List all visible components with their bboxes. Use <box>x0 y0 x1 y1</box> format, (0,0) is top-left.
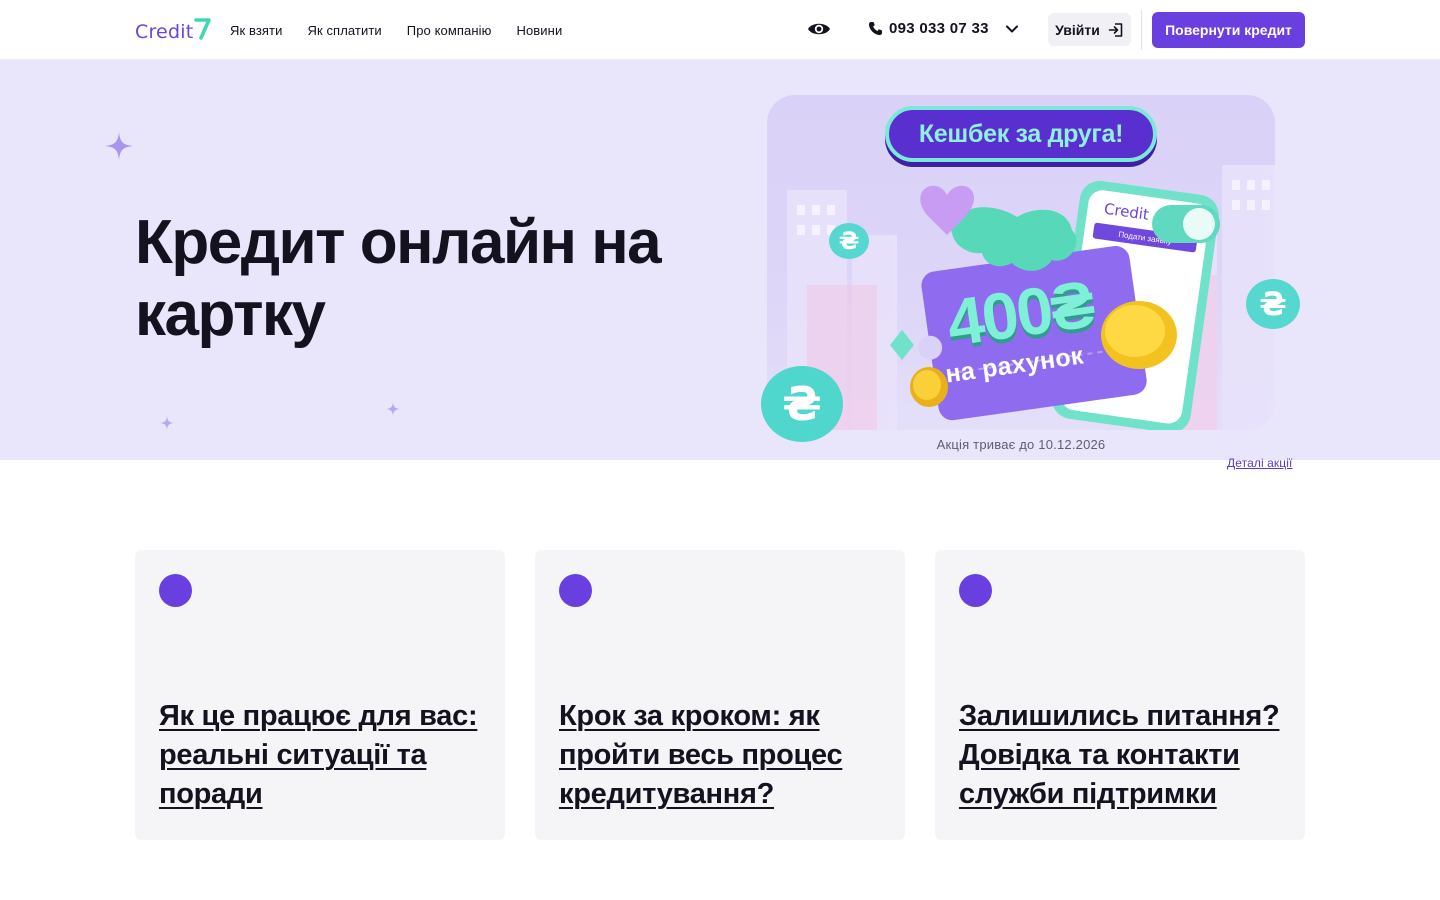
svg-text:₴: ₴ <box>1259 285 1287 323</box>
eye-icon[interactable] <box>807 19 831 39</box>
login-icon <box>1108 22 1123 37</box>
promo-headline: Кешбек за друга! <box>918 119 1124 148</box>
main-nav: Як взяти Як сплатити Про компанію Новини <box>230 22 562 40</box>
info-card-how-it-works[interactable]: Як це працює для вас: реальні ситуації т… <box>135 550 505 840</box>
nav-how-to-pay[interactable]: Як сплатити <box>307 22 381 40</box>
hero-title: Кредит онлайн на картку <box>135 208 662 349</box>
return-credit-button[interactable]: Повернути кредит <box>1152 12 1305 48</box>
nav-news[interactable]: Новини <box>516 22 562 40</box>
card-dot-icon <box>159 574 192 607</box>
logo-seven-icon <box>194 18 212 40</box>
logo-text: Credit <box>135 21 194 43</box>
hryvnia-badge-icon: ₴ <box>1246 279 1300 329</box>
return-credit-label: Повернути кредит <box>1165 22 1292 38</box>
info-card-step-by-step[interactable]: Крок за кроком: як пройти весь процес кр… <box>535 550 905 840</box>
phone-icon <box>868 21 883 36</box>
sparkle-icon <box>105 132 133 160</box>
nav-how-to-get[interactable]: Як взяти <box>230 22 282 40</box>
logo[interactable]: Credit <box>135 18 212 44</box>
login-label: Увійти <box>1055 21 1100 38</box>
card-title[interactable]: Залишились питання? Довідка та контакти … <box>959 697 1281 814</box>
hryvnia-badge-icon: ₴ <box>761 366 843 442</box>
promo-headline-badge: Кешбек за друга! <box>885 106 1157 162</box>
login-button[interactable]: Увійти <box>1048 13 1131 46</box>
card-dot-icon <box>959 574 992 607</box>
svg-text:₴: ₴ <box>839 227 860 255</box>
chevron-down-icon[interactable] <box>1005 24 1019 34</box>
card-title[interactable]: Як це працює для вас: реальні ситуації т… <box>159 697 481 814</box>
header-divider <box>1141 10 1142 50</box>
nav-about[interactable]: Про компанію <box>407 22 492 40</box>
sparkle-icon <box>386 402 400 416</box>
promo-details-link[interactable]: Деталі акції <box>1227 456 1292 470</box>
phone-contact[interactable]: 093 033 07 33 <box>868 20 1019 37</box>
promo-duration-note: Акція триває до 10.12.2026 <box>936 437 1106 452</box>
svg-text:₴: ₴ <box>782 377 822 431</box>
info-card-support[interactable]: Залишились питання? Довідка та контакти … <box>935 550 1305 840</box>
phone-number: 093 033 07 33 <box>889 20 989 37</box>
hryvnia-badge-icon: ₴ <box>829 223 869 259</box>
site-header: Credit Як взяти Як сплатити Про компанію… <box>0 0 1440 60</box>
card-dot-icon <box>559 574 592 607</box>
sparkle-icon <box>160 416 174 430</box>
card-title[interactable]: Крок за кроком: як пройти весь процес кр… <box>559 697 881 814</box>
